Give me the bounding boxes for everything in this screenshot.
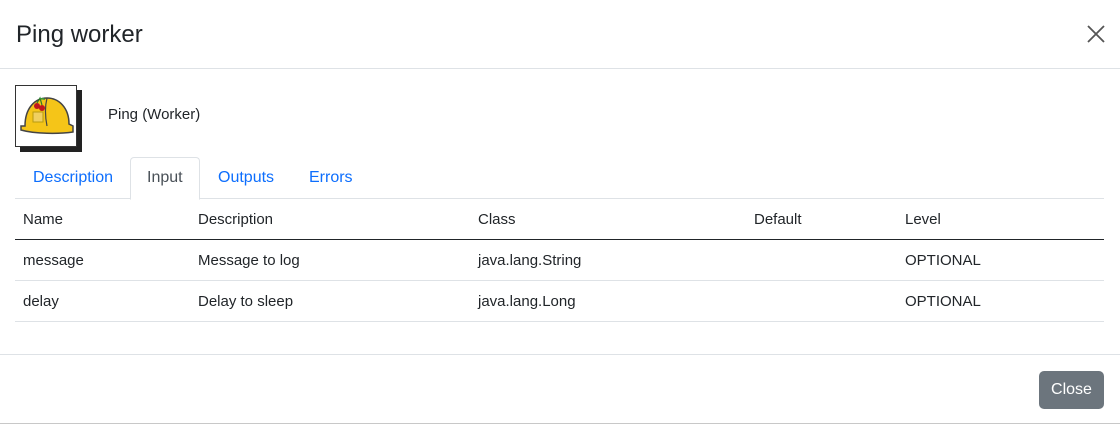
- cell-description: Message to log: [198, 252, 300, 269]
- tab-outputs[interactable]: Outputs: [202, 157, 290, 199]
- cell-description: Delay to sleep: [198, 293, 294, 310]
- modal-header: Ping worker: [0, 0, 1120, 69]
- table-header-row: Name Description Class Default Level: [15, 199, 1104, 240]
- cell-level: OPTIONAL: [905, 252, 981, 269]
- worker-label: Ping (Worker): [108, 106, 201, 123]
- column-header-description: Description: [198, 211, 274, 228]
- column-header-class: Class: [478, 211, 516, 228]
- cell-name: delay: [23, 293, 59, 310]
- inputs-table: Name Description Class Default Level mes…: [15, 199, 1104, 322]
- worker-modal: Ping worker Ping (Worker) Description In…: [0, 0, 1120, 424]
- column-header-default: Default: [754, 211, 802, 228]
- tab-description[interactable]: Description: [17, 157, 129, 199]
- cell-level: OPTIONAL: [905, 293, 981, 310]
- tab-input[interactable]: Input: [130, 157, 200, 200]
- tab-bar: Description Input Outputs Errors: [15, 157, 1104, 200]
- modal-title: Ping worker: [16, 21, 143, 48]
- close-icon[interactable]: [1084, 22, 1108, 46]
- close-button[interactable]: Close: [1039, 371, 1104, 409]
- tab-errors[interactable]: Errors: [293, 157, 369, 199]
- cell-class: java.lang.String: [478, 252, 582, 269]
- column-header-name: Name: [23, 211, 64, 228]
- cell-name: message: [23, 252, 84, 269]
- table-row: delay Delay to sleep java.lang.Long OPTI…: [15, 281, 1104, 322]
- table-row: message Message to log java.lang.String …: [15, 240, 1104, 281]
- column-header-level: Level: [905, 211, 941, 228]
- modal-footer: Close: [0, 354, 1120, 424]
- hard-hat-icon: [15, 85, 77, 147]
- cell-class: java.lang.Long: [478, 293, 576, 310]
